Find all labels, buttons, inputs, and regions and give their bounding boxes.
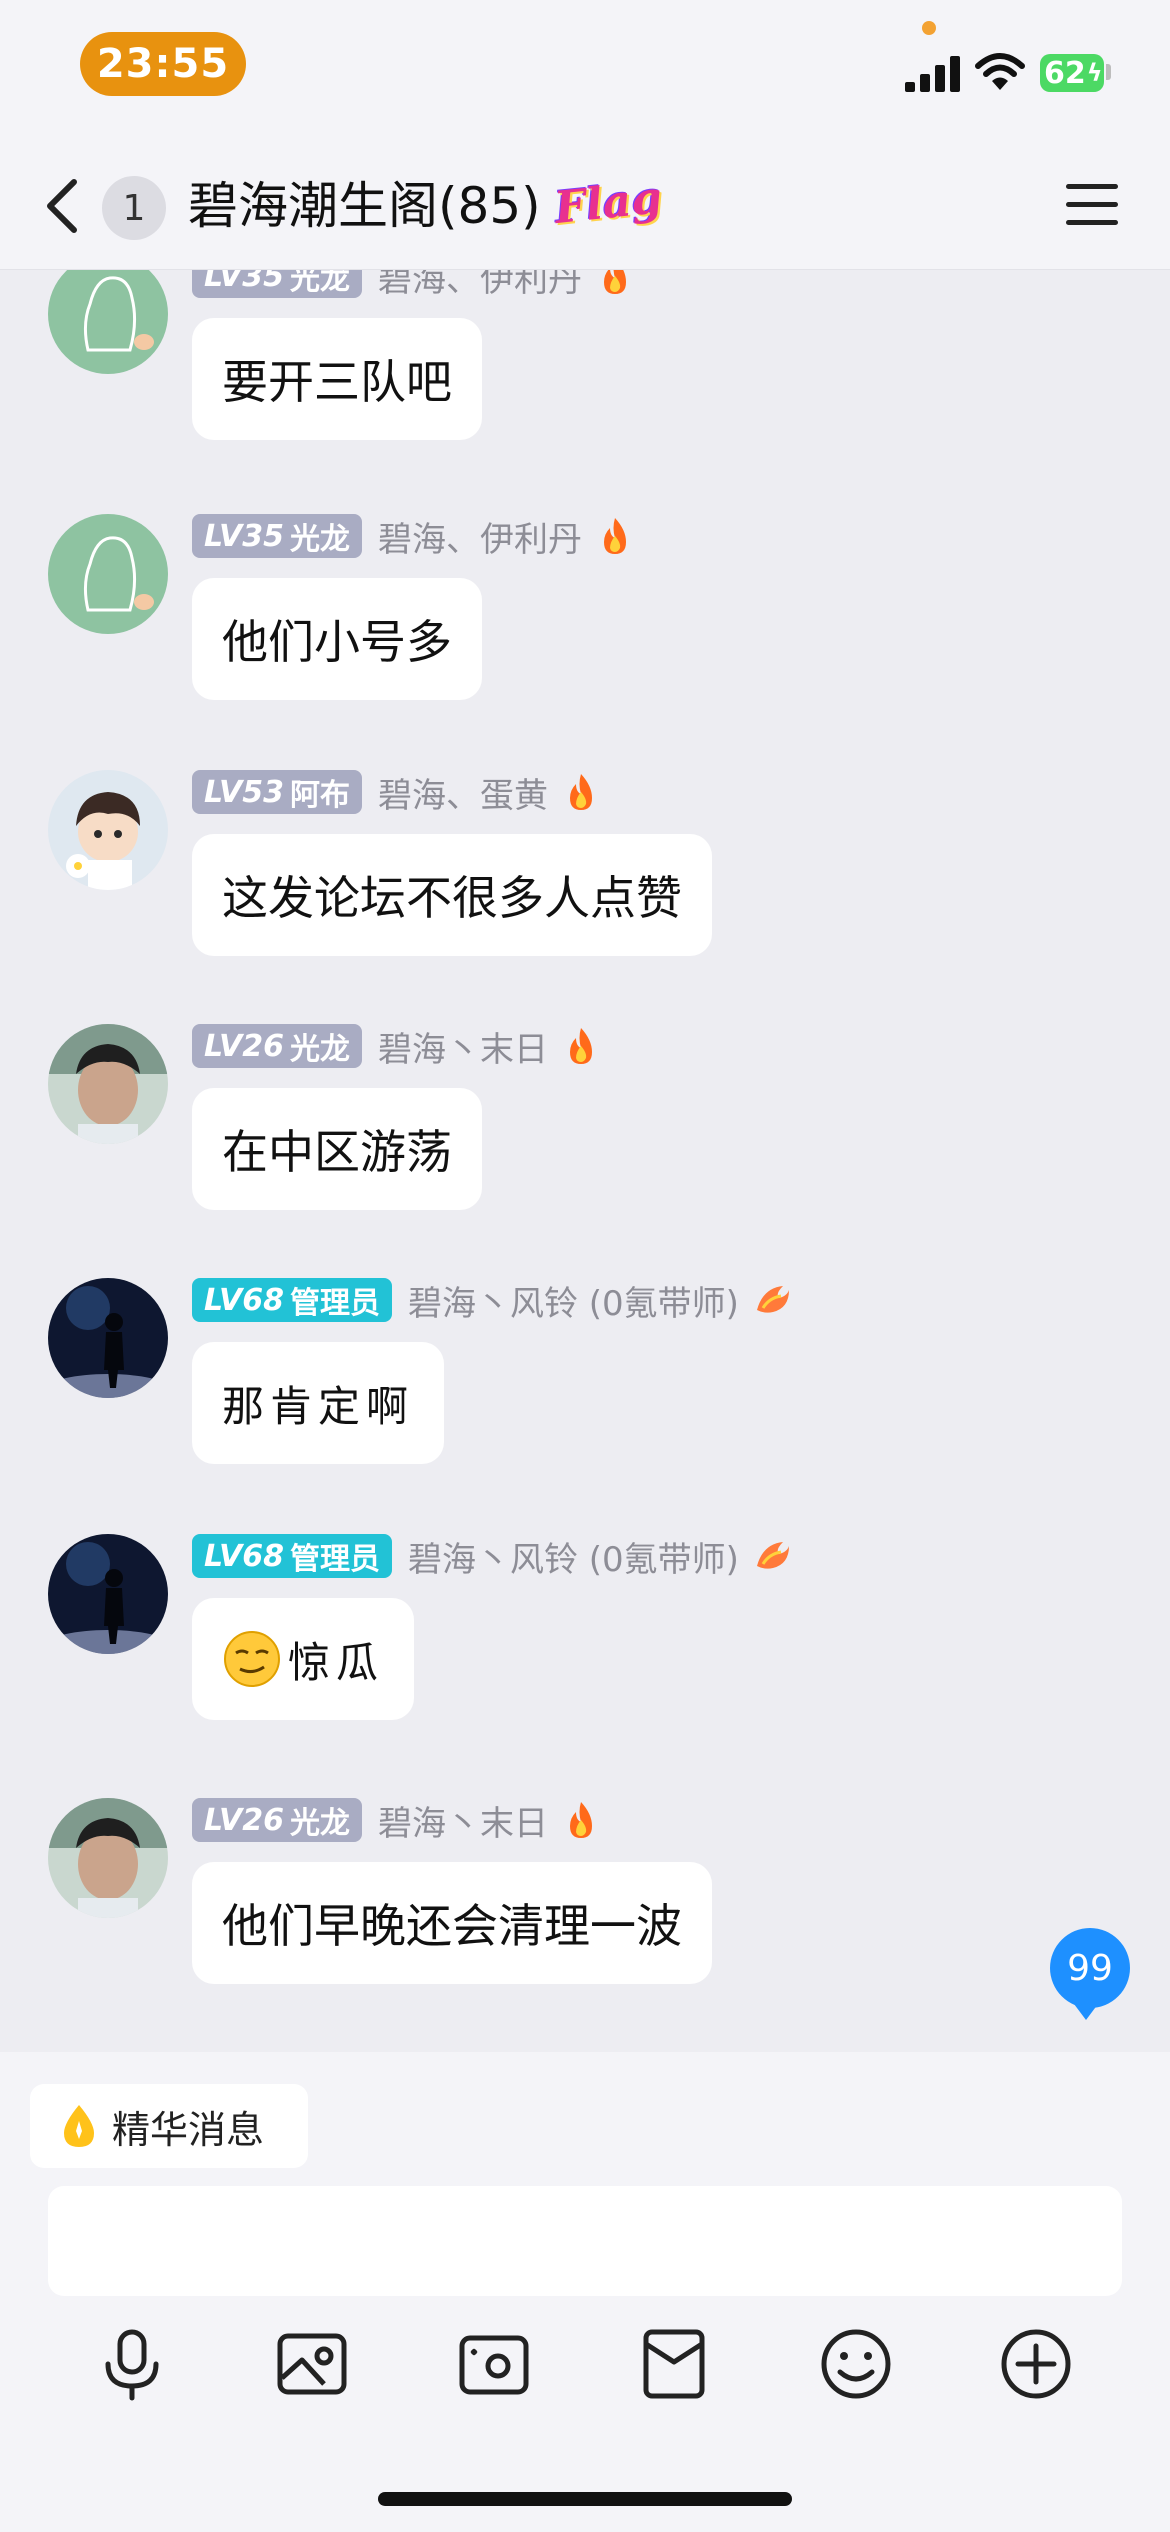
featured-label: 精华消息 [112,2107,265,2152]
battery-level: 62 [1044,55,1086,91]
sender-name[interactable]: 碧海、蛋黄 [378,768,548,817]
avatar[interactable] [48,1534,168,1654]
battery-charging-icon: 62 ϟ [1040,54,1104,92]
status-bar: 23:55 62 ϟ [0,0,1170,140]
message-bubble[interactable]: 惊瓜 [192,1598,415,1720]
chat-header: 1 碧海潮生阁(85) Flag [0,140,1170,270]
plus-icon[interactable] [996,2324,1076,2404]
message-bubble[interactable]: 他们小号多 [192,578,482,700]
level-badge: LV26 光龙 [192,1798,362,1842]
home-indicator [378,2492,792,2506]
message-bubble[interactable]: 那肯定啊 [192,1342,445,1464]
dragon-icon [756,1542,789,1569]
status-time: 23:55 [80,32,246,96]
smirk-emoji-icon [224,1631,280,1687]
message-meta: LV68 管理员 碧海丶风铃 (0氪带师) [192,1532,791,1581]
featured-messages-button[interactable]: 精华消息 [30,2084,308,2168]
avatar[interactable] [48,1798,168,1918]
unread-count-badge[interactable]: 1 [102,176,166,240]
sender-name[interactable]: 碧海丶末日 [378,1796,548,1845]
sender-name[interactable]: 碧海丶风铃 (0氪带师) [408,1532,739,1581]
microphone-icon[interactable] [92,2324,172,2404]
dragon-icon [756,1286,789,1313]
new-message-count-badge[interactable]: 99 [1050,1928,1130,2020]
night-silhouette-avatar-icon [48,1278,168,1398]
fire-icon [569,1028,592,1064]
admin-level-badge: LV68 管理员 [192,1278,392,1322]
default-qq-avatar-icon [48,270,168,374]
avatar[interactable] [48,270,168,374]
avatar[interactable] [48,770,168,890]
message-meta: LV35 光龙 碧海、伊利丹 [192,270,634,301]
battery-cap [1106,64,1111,80]
featured-drop-icon [64,2105,94,2147]
message-meta: LV53 阿布 碧海、蛋黄 [192,768,600,817]
message-meta: LV26 光龙 碧海丶末日 [192,1796,600,1845]
fire-icon [569,1802,592,1838]
input-toolbar [0,2324,1170,2404]
admin-level-badge: LV68 管理员 [192,1534,392,1578]
signal-icon [905,56,960,92]
menu-icon[interactable] [1066,184,1118,228]
message-list[interactable]: LV35 光龙 碧海、伊利丹 要开三队吧 LV35 光龙 碧海、伊利丹 他们小号… [0,270,1170,2052]
avatar[interactable] [48,1278,168,1398]
anime-boy-avatar-icon [48,770,168,890]
message-bubble[interactable]: 在中区游荡 [192,1088,482,1210]
chat-screen: 23:55 62 ϟ 1 碧海潮生阁(85) Flag LV35 光龙 碧海、伊… [0,0,1170,2532]
message-bubble[interactable]: 要开三队吧 [192,318,482,440]
level-badge: LV26 光龙 [192,1024,362,1068]
message-meta: LV35 光龙 碧海、伊利丹 [192,512,634,561]
photo-icon[interactable] [272,2324,352,2404]
privacy-indicator-dot [922,21,936,35]
night-silhouette-avatar-icon [48,1534,168,1654]
camera-icon[interactable] [454,2324,534,2404]
message-bubble[interactable]: 这发论坛不很多人点赞 [192,834,712,956]
back-arrow-icon[interactable] [40,176,86,236]
level-badge: LV35 光龙 [192,514,362,558]
avatar[interactable] [48,1024,168,1144]
input-panel: 精华消息 [0,2052,1170,2532]
message-bubble[interactable]: 他们早晚还会清理一波 [192,1862,712,1984]
photo-avatar-icon [48,1798,168,1918]
photo-avatar-icon [48,1024,168,1144]
flag-tag: Flag [552,172,665,235]
default-qq-avatar-icon [48,514,168,634]
wifi-icon [975,53,1025,90]
red-packet-icon[interactable] [634,2324,714,2404]
message-text: 惊瓜 [288,1637,385,1687]
sender-name[interactable]: 碧海、伊利丹 [378,270,582,301]
fire-icon [603,518,626,554]
group-title[interactable]: 碧海潮生阁(85) [188,170,541,242]
message-meta: LV26 光龙 碧海丶末日 [192,1022,600,1071]
avatar[interactable] [48,514,168,634]
sender-name[interactable]: 碧海丶风铃 (0氪带师) [408,1276,739,1325]
fire-icon [569,774,592,810]
sender-name[interactable]: 碧海丶末日 [378,1022,548,1071]
sender-name[interactable]: 碧海、伊利丹 [378,512,582,561]
level-badge: LV53 阿布 [192,770,362,814]
level-badge: LV35 光龙 [192,270,362,298]
message-meta: LV68 管理员 碧海丶风铃 (0氪带师) [192,1276,791,1325]
emoji-icon[interactable] [816,2324,896,2404]
message-input[interactable] [48,2186,1122,2296]
fire-icon [603,270,626,294]
